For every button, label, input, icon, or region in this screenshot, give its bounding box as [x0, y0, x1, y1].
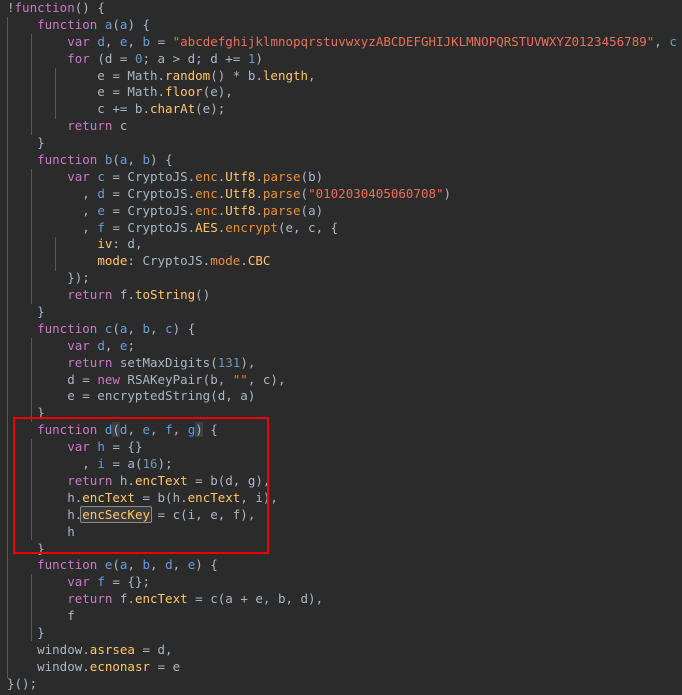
- code-line: }: [7, 135, 45, 151]
- code-line: function c(a, b, c) {: [37, 320, 196, 336]
- code-line: f: [7, 608, 75, 624]
- code-line: return setMaxDigits(131),: [67, 354, 256, 370]
- code-line: var h = {}: [67, 439, 143, 455]
- code-line: return f.toString(): [67, 287, 211, 303]
- code-line: e = Math.floor(e),: [7, 84, 233, 100]
- code-line: h.encSecKey = c(i, e, f),: [7, 505, 256, 523]
- occurrence-highlight[interactable]: encSecKey: [80, 505, 152, 523]
- code-line: iv: d,: [97, 236, 143, 252]
- code-line: function d(d, e, f, g) {: [37, 422, 218, 438]
- code-line: window.ecnonasr = e: [7, 658, 181, 674]
- code-line: return c: [67, 118, 128, 134]
- code-line: for (d = 0; a > d; d += 1): [67, 50, 263, 66]
- code-line: , d = CryptoJS.enc.Utf8.parse("010203040…: [7, 185, 452, 201]
- code-line: }: [7, 624, 45, 640]
- code-line: , i = a(16);: [7, 456, 173, 472]
- code-line: h.encText = b(h.encText, i),: [7, 489, 278, 505]
- code-line: window.asrsea = d,: [7, 641, 173, 657]
- code-line: function a(a) {: [37, 16, 151, 32]
- code-line: e = Math.random() * b.length,: [7, 67, 316, 83]
- code-line: function b(a, b) {: [37, 152, 173, 168]
- code-line: return h.encText = b(d, g),: [67, 472, 271, 488]
- code-line: var d, e;: [67, 337, 135, 353]
- code-line: var d, e, b = "abcdefghijklmnopqrstuvwxy…: [67, 33, 677, 49]
- code-content[interactable]: !function() { function a(a) { var d, e, …: [0, 0, 682, 695]
- code-line: mode: CryptoJS.mode.CBC: [97, 253, 271, 269]
- code-line: }: [7, 405, 45, 421]
- code-line: function e(a, b, d, e) {: [37, 557, 218, 573]
- code-line: e = encryptedString(d, a): [7, 388, 256, 404]
- code-line: });: [7, 270, 90, 286]
- code-line: , f = CryptoJS.AES.encrypt(e, c, {: [7, 219, 339, 235]
- code-line: var f = {};: [67, 574, 151, 590]
- code-line: }: [7, 540, 45, 556]
- code-line: }();: [7, 675, 38, 691]
- code-line: var c = CryptoJS.enc.Utf8.parse(b): [67, 168, 324, 184]
- code-line: c += b.charAt(e);: [7, 101, 226, 117]
- code-line: , e = CryptoJS.enc.Utf8.parse(a): [7, 202, 324, 218]
- code-line: }: [7, 304, 45, 320]
- code-line: h: [7, 523, 75, 539]
- code-line: d = new RSAKeyPair(b, "", c),: [7, 371, 286, 387]
- code-line: !function() {: [7, 0, 105, 15]
- code-editor[interactable]: !function() { function a(a) { var d, e, …: [0, 0, 682, 695]
- code-line: return f.encText = c(a + e, b, d),: [67, 591, 324, 607]
